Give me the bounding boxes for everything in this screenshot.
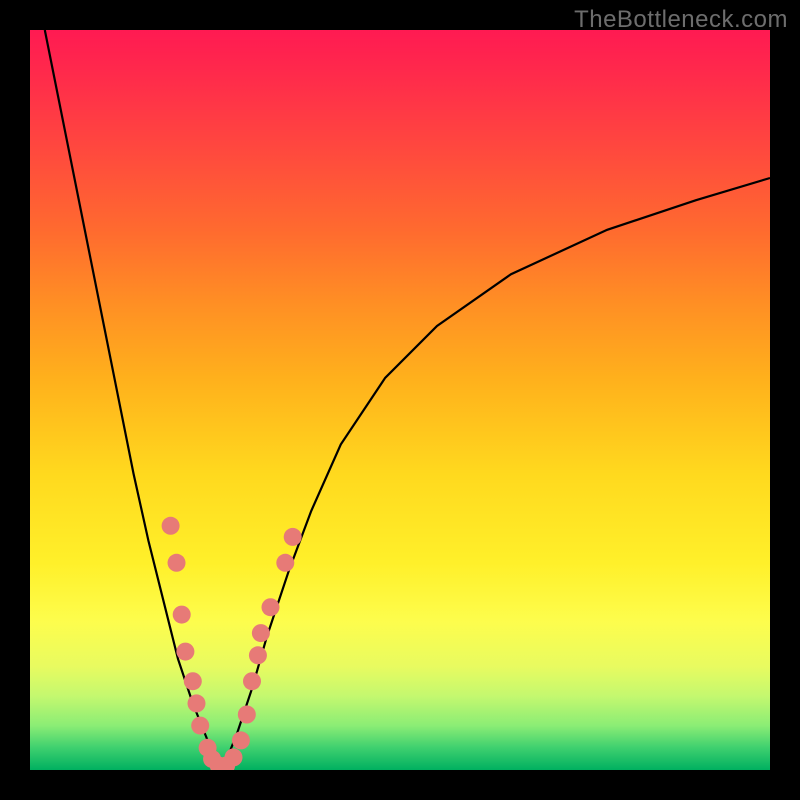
chart-frame: TheBottleneck.com xyxy=(0,0,800,800)
marker-dot xyxy=(232,731,250,749)
curve-right xyxy=(222,178,770,770)
watermark-text: TheBottleneck.com xyxy=(574,6,788,34)
curve-left xyxy=(45,30,223,770)
marker-dot xyxy=(188,694,206,712)
marker-dot xyxy=(262,598,280,616)
marker-dot xyxy=(276,554,294,572)
marker-dot xyxy=(168,554,186,572)
marker-group xyxy=(162,517,302,770)
marker-dot xyxy=(238,706,256,724)
marker-dot xyxy=(225,748,243,766)
marker-dot xyxy=(191,717,209,735)
chart-svg xyxy=(30,30,770,770)
marker-dot xyxy=(284,528,302,546)
marker-dot xyxy=(252,624,270,642)
marker-dot xyxy=(162,517,180,535)
marker-dot xyxy=(176,643,194,661)
marker-dot xyxy=(249,646,267,664)
marker-dot xyxy=(173,606,191,624)
marker-dot xyxy=(243,672,261,690)
marker-dot xyxy=(184,672,202,690)
plot-area xyxy=(30,30,770,770)
